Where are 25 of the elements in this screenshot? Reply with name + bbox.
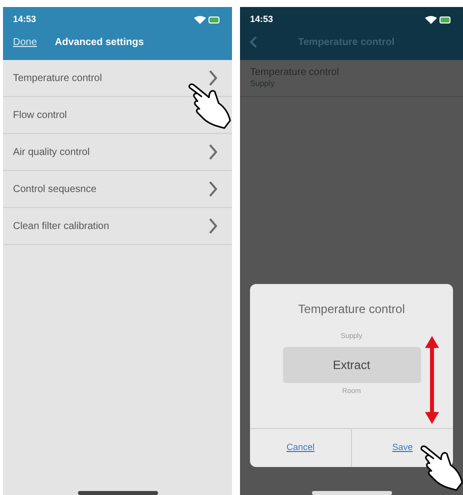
pointing-hand-icon — [186, 82, 234, 130]
row-label: Air quality control — [13, 146, 90, 160]
picker-option[interactable]: Extract — [282, 346, 420, 382]
back-icon[interactable] — [250, 36, 258, 48]
double-arrow-icon — [424, 334, 440, 426]
settings-row[interactable]: Control sequesnce — [3, 171, 232, 208]
row-label: Clean filter calibration — [13, 220, 110, 234]
settings-row[interactable]: Air quality control — [3, 134, 232, 171]
row-label: Flow control — [13, 108, 67, 122]
status-time: 14:53 — [250, 13, 274, 26]
row-label: Control sequesnce — [13, 182, 96, 196]
chevron-right-icon — [208, 144, 218, 160]
dialog-button[interactable]: Cancel — [250, 429, 351, 467]
chevron-right-icon — [208, 70, 218, 86]
chevron-right-icon — [208, 218, 218, 234]
status-time: 14:53 — [13, 13, 36, 26]
wifi-battery-icon — [423, 15, 453, 25]
settings-row[interactable]: Clean filter calibration — [3, 208, 232, 245]
pointing-hand-icon — [418, 444, 463, 492]
row-label: Temperature control — [13, 72, 102, 86]
wifi-battery-icon — [192, 15, 222, 25]
done-link[interactable]: Done — [13, 34, 37, 50]
dialog-title: Temperature control — [297, 301, 406, 318]
screen-title: Advanced settings — [54, 36, 144, 50]
chevron-right-icon — [208, 181, 218, 197]
